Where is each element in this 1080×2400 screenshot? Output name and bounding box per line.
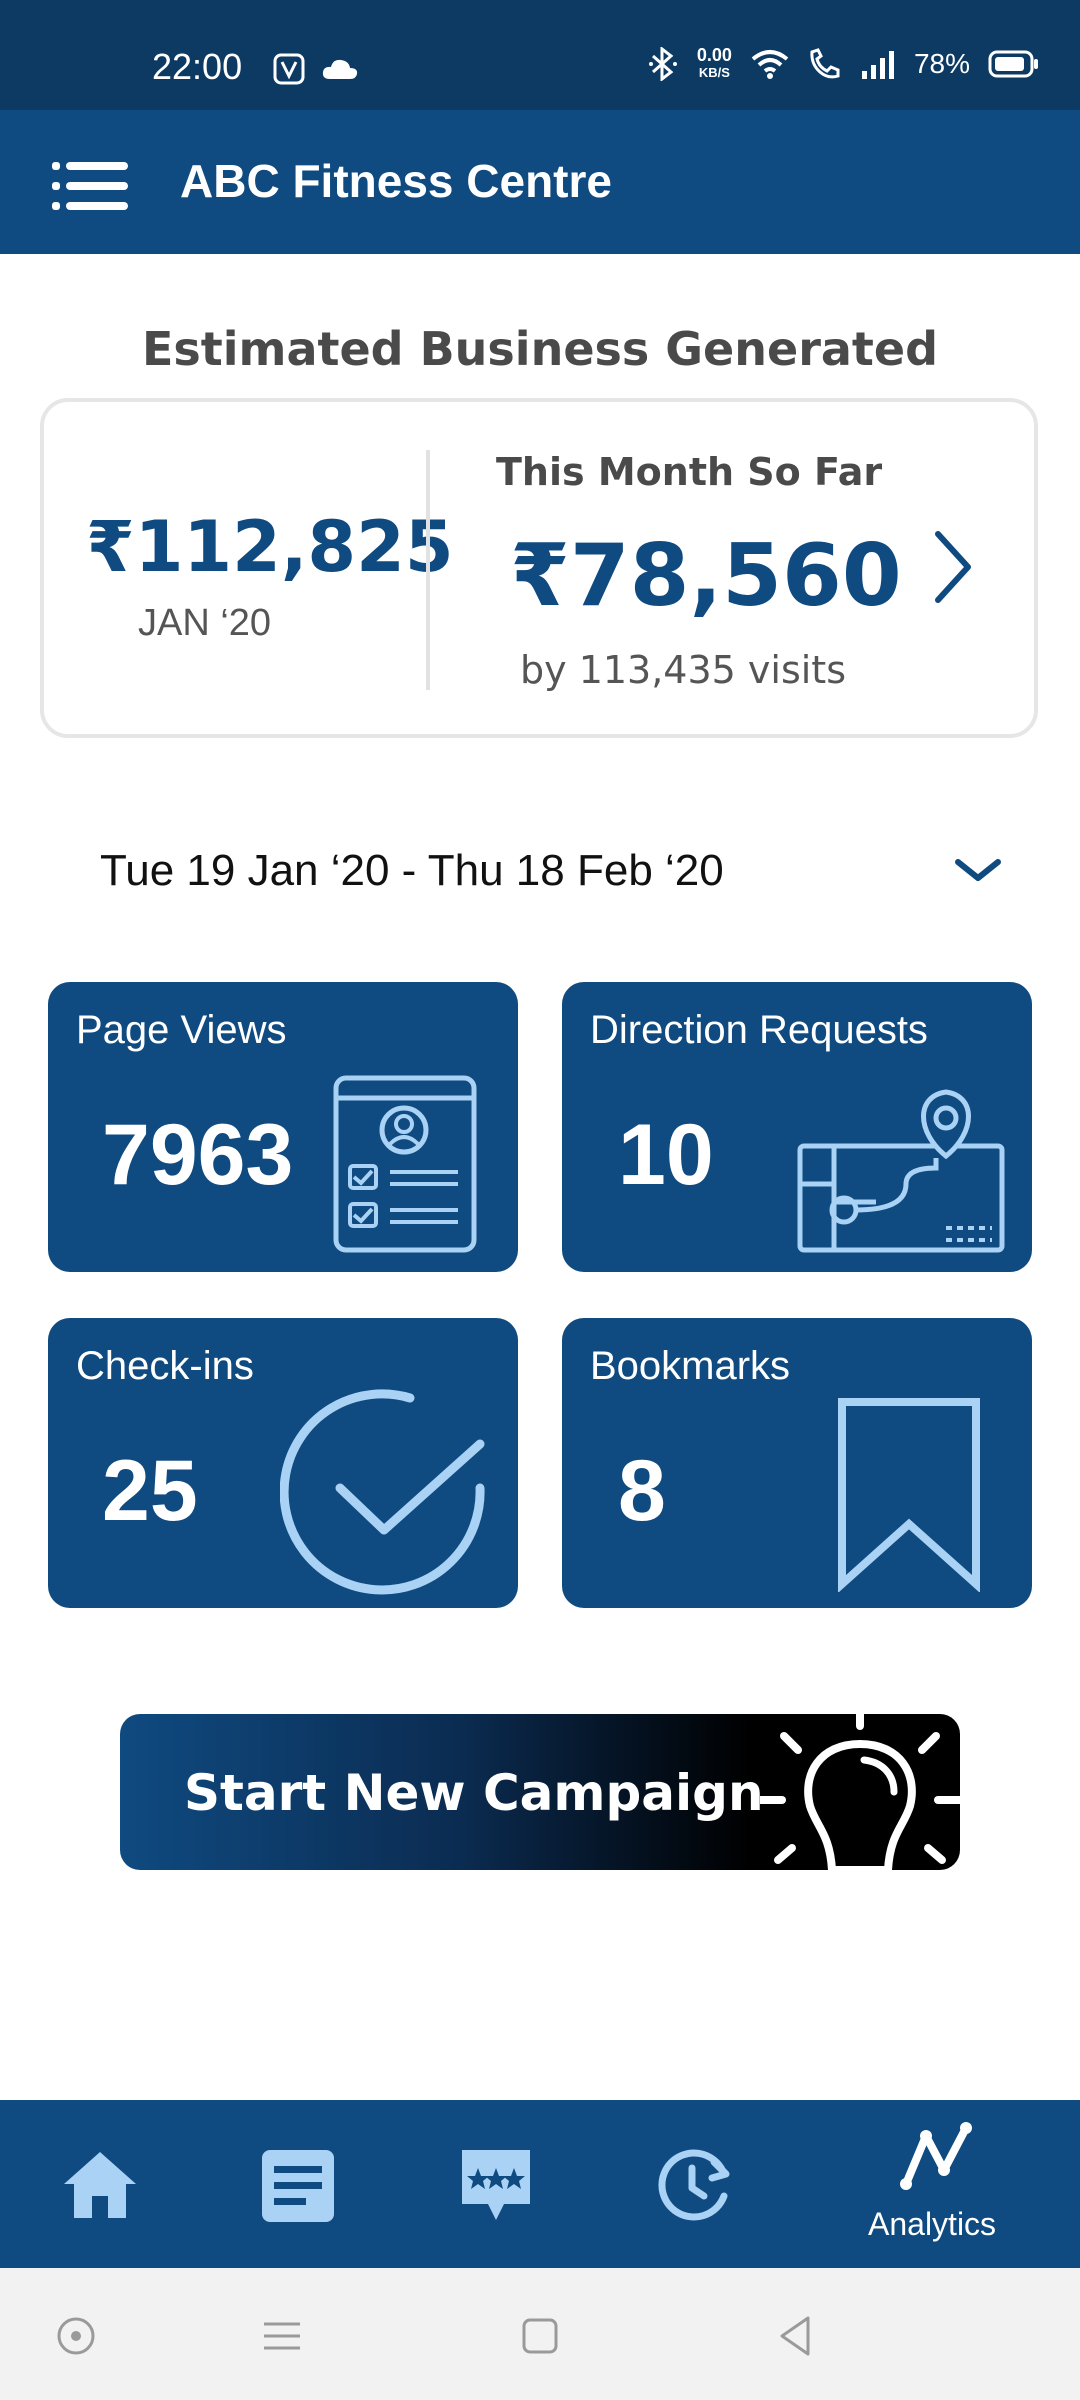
bookmark-icon [838, 1398, 980, 1592]
cloud-icon [322, 59, 358, 79]
tile-label: Check-ins [76, 1344, 254, 1388]
date-range-label[interactable]: Tue 19 Jan ‘20 - Thu 18 Feb ‘20 [100, 846, 724, 896]
app-bar: ABC Fitness Centre [0, 110, 1080, 254]
signal-icon [861, 51, 894, 79]
this-month-value: ₹78,560 [510, 526, 902, 626]
menu-icon[interactable] [254, 2308, 310, 2364]
tile-label: Bookmarks [590, 1344, 791, 1388]
lightbulb-icon [760, 1714, 960, 1870]
wifi-calling-icon [810, 48, 840, 79]
tile-value: 10 [618, 1107, 714, 1203]
home-icon [64, 2152, 136, 2218]
review-stars-icon [462, 2150, 530, 2220]
battery-percent: 78% [913, 48, 970, 79]
hamburger-menu-icon[interactable] [52, 160, 128, 212]
campaign-label: Start New Campaign [184, 1764, 764, 1822]
status-time: 22:00 [152, 46, 243, 87]
divider [426, 450, 430, 690]
tile-label: Page Views [76, 1008, 287, 1052]
tile-value: 25 [102, 1443, 198, 1539]
chevron-right-icon[interactable] [930, 528, 976, 606]
bluetooth-icon [648, 47, 677, 81]
nav-reviews[interactable] [434, 2100, 554, 2268]
document-icon [262, 2150, 334, 2222]
wifi-icon [751, 50, 789, 79]
back-icon[interactable] [768, 2308, 824, 2364]
app-icon [273, 53, 305, 85]
tile-label: Direction Requests [590, 1008, 928, 1052]
business-section-title: Estimated Business Generated [141, 322, 939, 376]
nav-history[interactable] [632, 2100, 752, 2268]
tile-value: 7963 [102, 1107, 294, 1203]
nav-home[interactable] [40, 2100, 160, 2268]
checkmark-circle-icon [280, 1389, 485, 1595]
bottom-nav: Analytics [0, 2100, 1080, 2268]
net-speed: 0.00 KB/S [696, 45, 732, 80]
app-title: ABC Fitness Centre [180, 155, 612, 207]
business-summary-card[interactable]: ₹112,825 JAN ‘20 This Month So Far ₹78,5… [40, 398, 1038, 738]
chevron-down-icon[interactable] [952, 852, 1004, 888]
last-month-value: ₹112,825 [86, 506, 454, 588]
battery-icon [988, 50, 1038, 78]
nav-analytics-label: Analytics [868, 2206, 997, 2242]
start-campaign-button[interactable]: Start New Campaign [120, 1714, 960, 1870]
tile-direction-requests[interactable]: Direction Requests 10 [562, 982, 1032, 1272]
tile-bookmarks[interactable]: Bookmarks 8 [562, 1318, 1032, 1608]
last-month-label: JAN ‘20 [138, 602, 272, 644]
this-month-visits: by 113,435 visits [520, 648, 847, 692]
tile-page-views[interactable]: Page Views 7963 [48, 982, 518, 1272]
map-pin-icon [797, 1089, 1005, 1253]
analytics-icon [900, 2122, 972, 2190]
nav-analytics[interactable]: Analytics [850, 2100, 1020, 2268]
profile-document-icon [333, 1075, 477, 1253]
assistant-icon[interactable] [48, 2308, 104, 2364]
this-month-label: This Month So Far [496, 450, 883, 494]
system-nav-bar [0, 2268, 1080, 2400]
home-button-icon[interactable] [512, 2308, 568, 2364]
status-bar: 22:00 0.00 KB/S 78% [0, 0, 1080, 110]
tile-check-ins[interactable]: Check-ins 25 [48, 1318, 518, 1608]
nav-posts[interactable] [238, 2100, 358, 2268]
tile-value: 8 [618, 1443, 666, 1539]
history-icon [658, 2149, 730, 2221]
